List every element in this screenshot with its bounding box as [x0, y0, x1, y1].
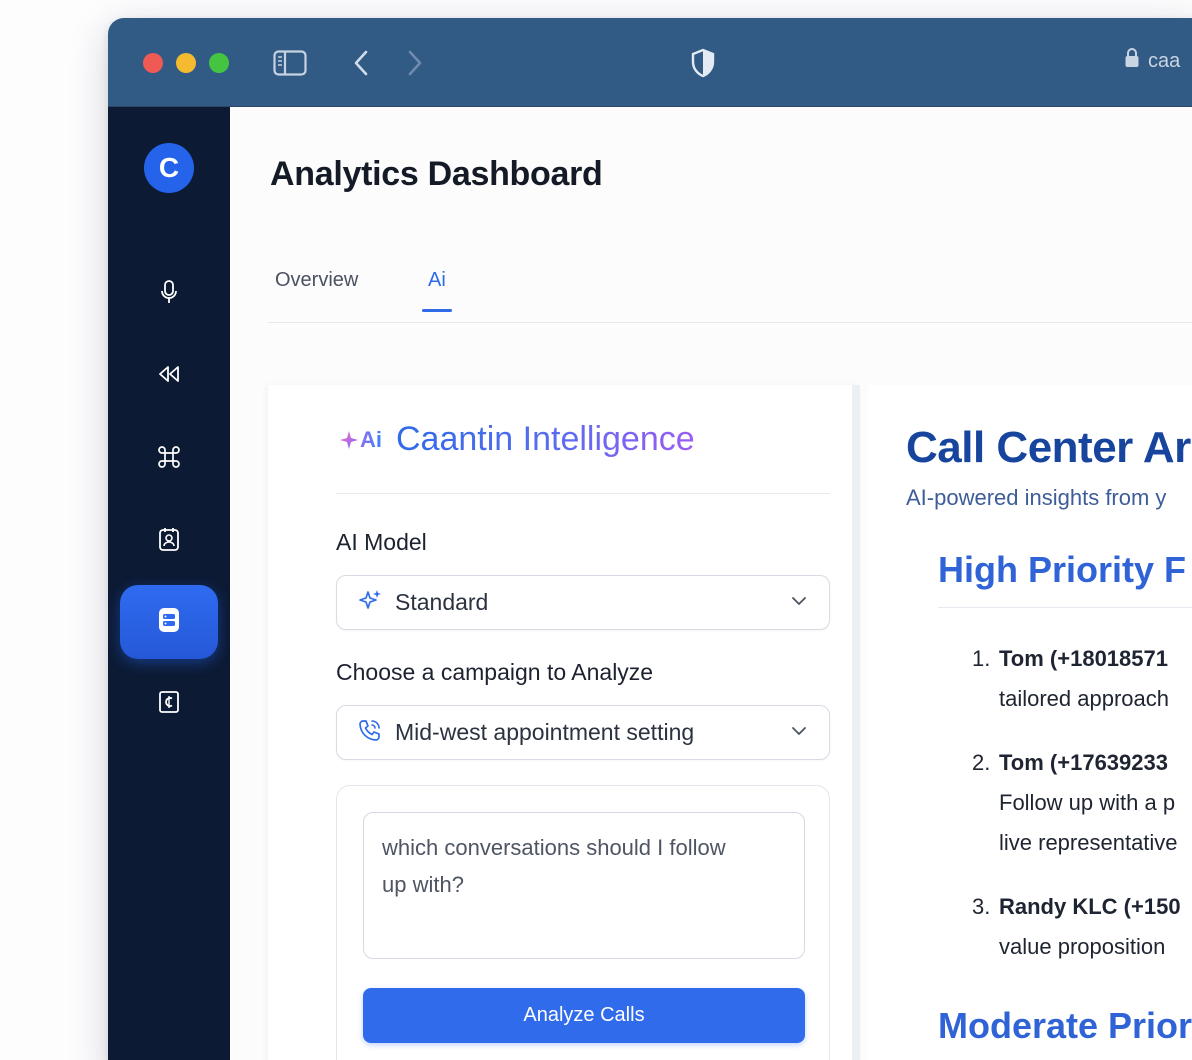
- sidebar-item-billing[interactable]: [120, 667, 218, 741]
- campaign-value: Mid-west appointment setting: [395, 719, 695, 745]
- server-icon: [157, 606, 181, 639]
- item-contact: Randy KLC (+150: [999, 894, 1181, 919]
- sidebar-item-calls[interactable]: [120, 257, 218, 331]
- item-contact: Tom (+17639233: [999, 750, 1168, 775]
- contact-card-icon: [158, 526, 180, 557]
- ai-model-label: AI Model: [336, 529, 427, 555]
- url-text: caa: [1148, 49, 1181, 72]
- sidebar-item-analytics[interactable]: [120, 585, 218, 659]
- sidebar-item-commands[interactable]: [120, 422, 218, 496]
- main-content: Analytics Dashboard Overview Ai Ai Caant…: [230, 107, 1192, 1060]
- sidebar-item-playback[interactable]: [120, 339, 218, 413]
- maximize-window-button[interactable]: [209, 53, 229, 73]
- lock-icon: [1124, 47, 1140, 75]
- section-divider: [336, 493, 830, 494]
- command-icon: [157, 445, 181, 474]
- item-number: 1.: [972, 646, 991, 671]
- ai-sparkle-badge: Ai: [338, 427, 382, 453]
- list-item: 3. Randy KLC (+150 value proposition: [972, 887, 1181, 967]
- forward-arrow-icon[interactable]: [400, 46, 430, 80]
- prompt-line-1: which conversations should I follow: [382, 835, 726, 860]
- chevron-down-icon: [791, 724, 807, 742]
- high-priority-heading: High Priority F: [938, 549, 1187, 590]
- screenshot-stage: caa C Analytics Dashboard Overview Ai Ai…: [0, 0, 1192, 1060]
- intelligence-title: Caantin Intelligence: [396, 420, 695, 458]
- report-subtitle: AI-powered insights from y: [906, 485, 1167, 510]
- ai-badge-text: Ai: [360, 426, 382, 452]
- app-sidebar: C: [108, 107, 230, 1060]
- sparkle-icon: [340, 430, 358, 449]
- item-line: Follow up with a p: [999, 790, 1176, 815]
- minimize-window-button[interactable]: [176, 53, 196, 73]
- browser-titlebar: caa: [108, 18, 1192, 107]
- rewind-icon: [156, 364, 182, 389]
- close-window-button[interactable]: [143, 53, 163, 73]
- ai-model-select[interactable]: Standard: [336, 575, 830, 630]
- prompt-line-2: up with?: [382, 872, 464, 897]
- page-title: Analytics Dashboard: [270, 155, 603, 193]
- tab-overview[interactable]: Overview: [275, 269, 358, 310]
- prompt-container: which conversations should I follow up w…: [336, 785, 830, 1060]
- tab-ai[interactable]: Ai: [422, 269, 452, 312]
- address-bar[interactable]: caa: [1124, 46, 1180, 76]
- sidebar-item-contacts[interactable]: [120, 504, 218, 578]
- item-number: 3.: [972, 894, 991, 919]
- browser-window: caa C Analytics Dashboard Overview Ai Ai…: [108, 18, 1192, 1060]
- analyze-calls-button[interactable]: Analyze Calls: [363, 988, 805, 1043]
- report-divider: [938, 607, 1192, 608]
- phone-icon: [357, 718, 383, 747]
- sparkles-icon: [357, 588, 383, 617]
- report-title: Call Center Ar: [906, 423, 1191, 472]
- item-contact: Tom (+18018571: [999, 646, 1168, 671]
- campaign-select[interactable]: Mid-west appointment setting: [336, 705, 830, 760]
- credit-icon: [158, 690, 180, 719]
- chevron-down-icon: [791, 594, 807, 612]
- intelligence-header: Ai Caantin Intelligence: [338, 420, 695, 459]
- intelligence-panel: Ai Caantin Intelligence AI Model Standar…: [268, 385, 860, 1060]
- shield-icon[interactable]: [686, 46, 720, 80]
- prompt-textarea[interactable]: which conversations should I follow up w…: [363, 812, 805, 959]
- item-number: 2.: [972, 750, 991, 775]
- ai-model-value: Standard: [395, 589, 489, 615]
- report-panel: Call Center Ar AI-powered insights from …: [868, 385, 1192, 1060]
- moderate-priority-heading: Moderate Prior: [938, 1005, 1192, 1046]
- back-arrow-icon[interactable]: [346, 46, 376, 80]
- microphone-icon: [159, 279, 179, 310]
- campaign-label: Choose a campaign to Analyze: [336, 659, 654, 685]
- list-item: 2. Tom (+17639233 Follow up with a p live…: [972, 743, 1178, 863]
- tab-bar: Overview Ai: [268, 257, 1192, 323]
- sidebar-toggle-icon[interactable]: [270, 46, 310, 80]
- item-line: live representative: [999, 830, 1178, 855]
- item-line: tailored approach: [999, 686, 1170, 711]
- list-item: 1. Tom (+18018571 tailored approach: [972, 639, 1169, 719]
- app-logo[interactable]: C: [144, 143, 194, 193]
- item-line: value proposition: [999, 934, 1166, 959]
